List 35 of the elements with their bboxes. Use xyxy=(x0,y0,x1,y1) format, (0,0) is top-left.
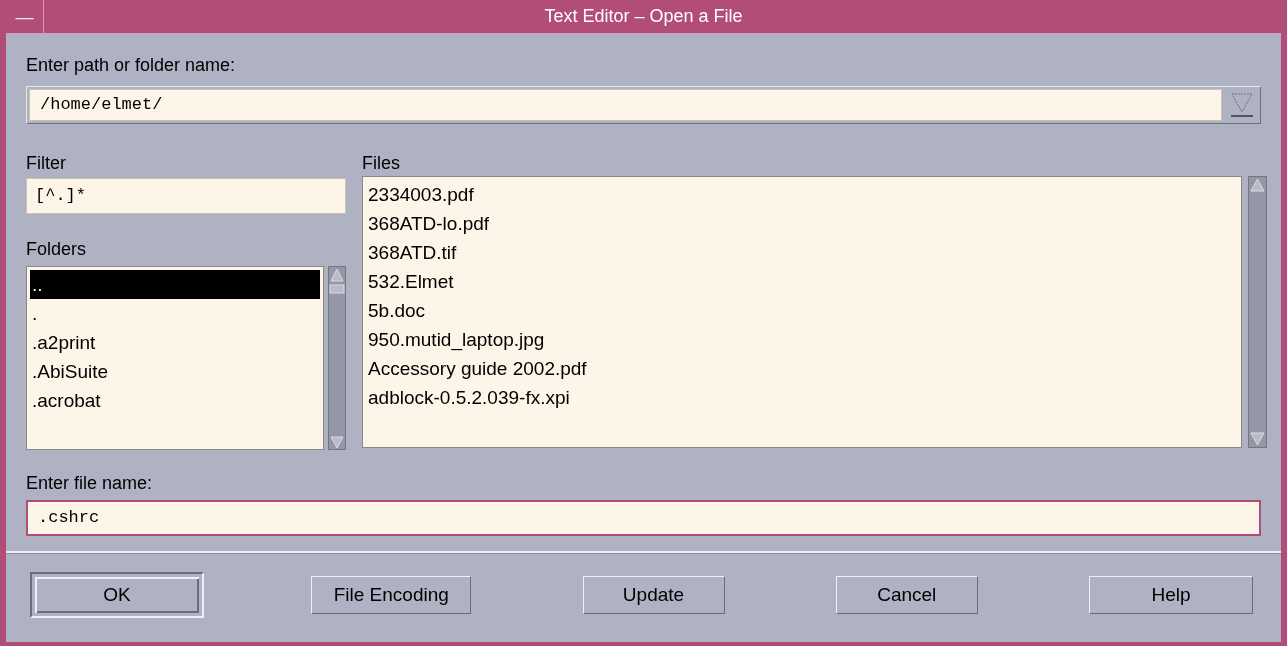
filter-field[interactable]: [^.]* xyxy=(26,178,346,214)
filter-label: Filter xyxy=(26,152,67,174)
folder-item[interactable]: .acrobat xyxy=(30,386,320,415)
file-item[interactable]: adblock-0.5.2.039-fx.xpi xyxy=(366,383,1238,412)
dialog-button[interactable]: File Encoding xyxy=(311,576,472,614)
file-name-label: Enter file name: xyxy=(26,472,154,494)
path-label: Enter path or folder name: xyxy=(26,54,237,76)
folders-label: Folders xyxy=(26,238,88,260)
folder-item[interactable]: .. xyxy=(30,270,320,299)
file-item[interactable]: 2334003.pdf xyxy=(366,180,1238,209)
file-item[interactable]: 368ATD.tif xyxy=(366,238,1238,267)
file-item[interactable]: 532.Elmet xyxy=(366,267,1238,296)
scroll-up-arrow-icon[interactable] xyxy=(329,267,345,295)
file-item[interactable]: Accessory guide 2002.pdf xyxy=(366,354,1238,383)
folder-item[interactable]: .a2print xyxy=(30,328,320,357)
path-combo-box[interactable]: /home/elmet/ xyxy=(26,86,1261,124)
scrollbar[interactable] xyxy=(1248,176,1267,448)
folder-item[interactable]: .AbiSuite xyxy=(30,357,320,386)
dropdown-arrow-icon[interactable] xyxy=(1230,92,1254,118)
scroll-down-arrow-icon[interactable] xyxy=(329,435,345,449)
scrollbar[interactable] xyxy=(328,266,346,450)
scroll-down-arrow-icon[interactable] xyxy=(1249,431,1266,447)
dialog-button[interactable]: OK xyxy=(30,572,204,618)
files-label: Files xyxy=(362,152,401,174)
window-menu-button[interactable]: — xyxy=(6,0,44,34)
dialog-button[interactable]: Cancel xyxy=(835,576,978,614)
dialog-button[interactable]: Update xyxy=(582,576,725,614)
window-title: Text Editor – Open a File xyxy=(543,5,744,28)
file-item[interactable]: 950.mutid_laptop.jpg xyxy=(366,325,1238,354)
file-item[interactable]: 368ATD-lo.pdf xyxy=(366,209,1238,238)
dialog-button[interactable]: Help xyxy=(1089,576,1253,614)
folder-item[interactable]: . xyxy=(30,299,320,328)
file-item[interactable]: 5b.doc xyxy=(366,296,1238,325)
file-name-field[interactable]: .cshrc xyxy=(26,500,1261,536)
scroll-up-arrow-icon[interactable] xyxy=(1249,177,1266,193)
